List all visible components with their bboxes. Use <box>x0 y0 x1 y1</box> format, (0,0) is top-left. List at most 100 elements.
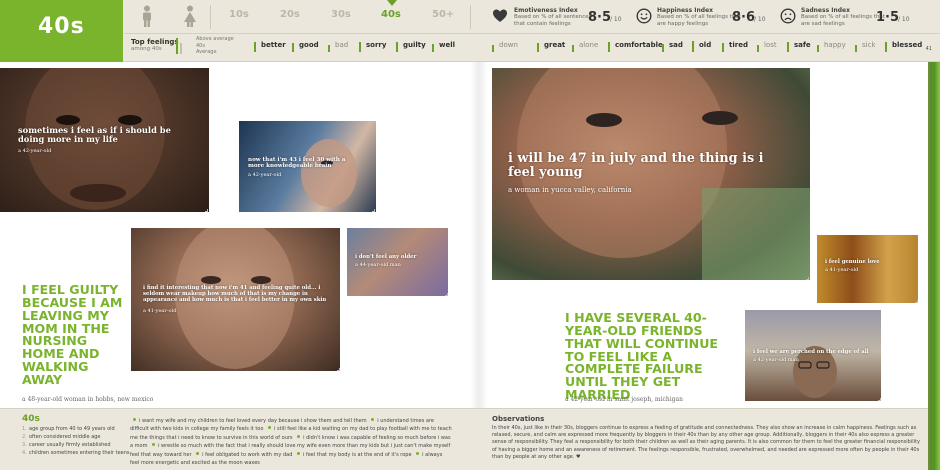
feeling-word: blessed <box>892 41 923 49</box>
feeling-word: old <box>699 41 712 49</box>
feeling-happy[interactable]: happy <box>817 40 847 52</box>
photo-card[interactable]: i don't feel any older a 44-year-old man <box>347 228 448 296</box>
feeling-level-bar <box>608 42 610 52</box>
bullet-dot-icon <box>133 418 136 421</box>
photo-attribution: a woman in yucca valley, california <box>508 186 632 194</box>
age-tab-30s[interactable]: 30s <box>331 9 351 20</box>
photo-quote: i find it interesting that now i'm 41 an… <box>143 285 327 303</box>
featured-quote-attribution: a 42-year-old in saint joseph, michigan <box>565 396 683 403</box>
fact-item: 2. often considered middle age <box>22 434 101 440</box>
fact-item: 1. age group from 40 to 49 years old <box>22 426 115 432</box>
feeling-word: lost <box>764 41 777 49</box>
feeling-alone[interactable]: alone <box>572 40 601 52</box>
feeling-word: better <box>261 41 286 49</box>
feeling-sad[interactable]: sad <box>662 40 685 52</box>
emotiveness-index-title: Emotiveness Index <box>514 7 578 14</box>
divider <box>470 5 471 29</box>
photo-card[interactable]: sometimes i feel as if i should be doing… <box>0 68 209 212</box>
feeling-level-bar <box>722 43 724 52</box>
feeling-level-bar <box>692 41 694 52</box>
male-figure-icon[interactable] <box>138 5 156 27</box>
photo-attribution: a 44-year-old man <box>355 262 401 268</box>
feeling-sorry[interactable]: sorry <box>359 40 389 52</box>
feeling-comfortable[interactable]: comfortable <box>608 40 663 52</box>
feeling-guilty[interactable]: guilty <box>396 40 426 52</box>
age-tab-10s[interactable]: 10s <box>229 9 249 20</box>
feeling-level-bar <box>359 42 361 52</box>
feeling-level-bar <box>855 45 857 52</box>
photo-card[interactable]: now that i'm 43 i feel 30 with a more kn… <box>239 121 376 212</box>
bullet-dot-icon <box>416 451 420 455</box>
age-tab-20s[interactable]: 20s <box>280 9 300 20</box>
bullet-dot-icon <box>296 451 300 455</box>
feeling-well[interactable]: well <box>432 40 456 52</box>
photo-card[interactable]: i feel we are perched on the edge of all… <box>745 310 881 401</box>
feeling-better[interactable]: better <box>254 40 286 52</box>
decade-block: 40s <box>0 0 123 62</box>
fact-item: 4. children sometimes entering their teen… <box>22 450 130 456</box>
feeling-snippets: i want my wife and my children to feel l… <box>130 417 452 467</box>
photo-card[interactable]: i feel genuine love a 41-year-old <box>817 235 918 303</box>
feeling-word: comfortable <box>615 41 663 49</box>
feeling-great[interactable]: great <box>537 40 565 52</box>
feeling-level-bar <box>396 42 398 52</box>
feeling-word: tired <box>729 41 748 49</box>
feeling-level-bar <box>757 45 759 52</box>
feeling-down[interactable]: down <box>492 40 525 52</box>
emotiveness-index-value: 8·5 <box>588 10 612 25</box>
photo-corner-mark <box>372 209 375 212</box>
feeling-word: down <box>499 41 518 49</box>
sadness-index-title: Sadness Index <box>801 7 850 14</box>
observations-title: Observations <box>492 415 545 423</box>
feeling-level-bar <box>787 42 789 52</box>
feeling-safe[interactable]: safe <box>787 40 811 52</box>
age-tab-40s[interactable]: 40s <box>381 9 401 20</box>
feeling-word: sad <box>669 41 683 49</box>
bullet-dot-icon <box>196 451 200 455</box>
feeling-old[interactable]: old <box>692 40 715 52</box>
photo-quote: i feel genuine love <box>825 259 880 265</box>
feeling-word: safe <box>794 41 811 49</box>
photo-quote: i feel we are perched on the edge of all <box>753 349 869 355</box>
feeling-word: alone <box>579 41 599 49</box>
footer-title: 40s <box>22 414 40 424</box>
photo-card[interactable]: i find it interesting that now i'm 41 an… <box>131 228 340 371</box>
age-tab-50-plus[interactable]: 50+ <box>432 9 454 20</box>
top-feelings-title: Top feelings <box>131 38 179 46</box>
smiley-icon <box>636 8 652 24</box>
feeling-level-bar <box>254 42 256 52</box>
photo-quote: sometimes i feel as if i should be doing… <box>18 125 171 145</box>
feeling-bad[interactable]: bad <box>328 40 352 52</box>
photo-quote: now that i'm 43 i feel 30 with a more kn… <box>248 157 346 170</box>
observations-text: In their 40s, just like in their 30s, bl… <box>492 425 920 460</box>
happiness-index-value: 8·6 <box>732 10 756 25</box>
photo-corner-mark <box>445 293 448 296</box>
legend-average: Average <box>196 49 217 55</box>
bullet-dot-icon <box>371 418 375 421</box>
feeling-word: well <box>439 41 456 49</box>
photo-attribution: a 42-year-old <box>18 148 52 154</box>
happiness-index-denominator: / 10 <box>754 16 766 23</box>
decade-title: 40s <box>38 14 85 39</box>
feeling-lost[interactable]: lost <box>757 40 779 52</box>
top-feelings-subtitle: among 40s <box>131 46 162 52</box>
feeling-word: bad <box>335 41 349 49</box>
photo-quote: i don't feel any older <box>355 254 417 260</box>
feeling-word: sick <box>862 41 876 49</box>
photo-corner-mark <box>878 398 881 401</box>
feeling-level-bar <box>432 44 434 52</box>
feeling-blessed[interactable]: blessed <box>885 40 922 52</box>
feeling-word: sorry <box>366 41 387 49</box>
photo-card[interactable]: i will be 47 in july and the thing is i … <box>492 68 810 280</box>
feeling-word: happy <box>824 41 846 49</box>
featured-quote: I HAVE SEVERAL 40-YEAR-OLD FRIENDS THAT … <box>565 310 719 403</box>
photo-quote: i will be 47 in july and the thing is i … <box>508 151 764 181</box>
facts-list: 1. age group from 40 to 49 years old 2. of… <box>22 425 130 457</box>
female-figure-icon[interactable] <box>181 5 199 27</box>
page-edge-tab <box>928 62 940 470</box>
feeling-sick[interactable]: sick <box>855 40 879 52</box>
feeling-good[interactable]: good <box>292 40 320 52</box>
feeling-level-bar <box>662 44 664 52</box>
photo-attribution: a 42-year-old <box>248 172 282 178</box>
feeling-tired[interactable]: tired <box>722 40 751 52</box>
